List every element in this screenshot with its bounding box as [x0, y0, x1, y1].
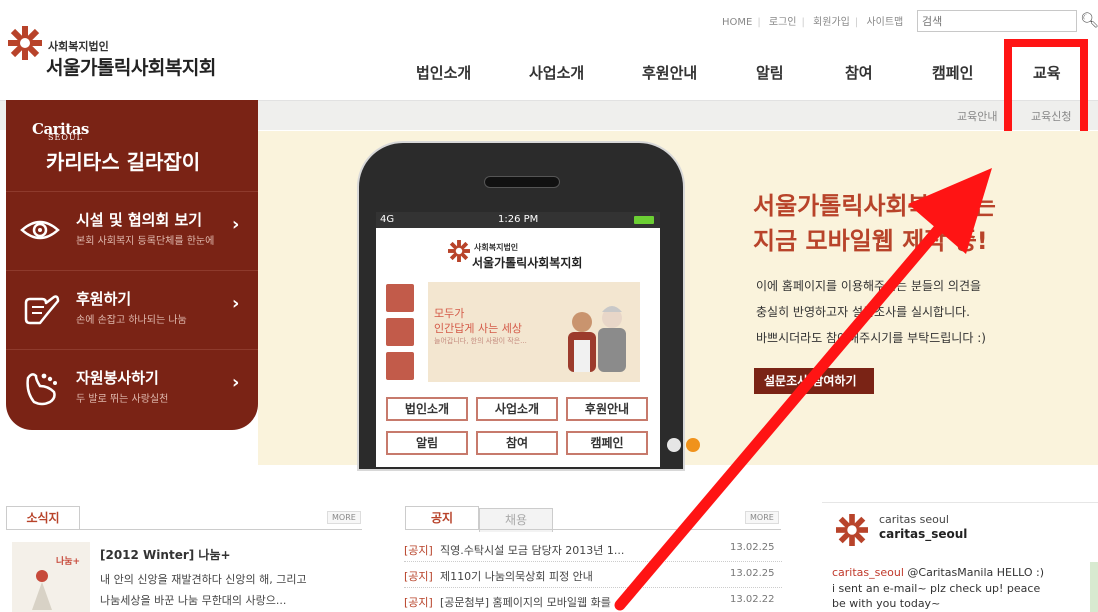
chevron-right-icon: ›	[232, 372, 240, 393]
mobile-btn-support: 후원안내	[566, 397, 648, 421]
newsletter-cover-label: 나눔+	[56, 557, 81, 567]
main-nav: 법인소개 사업소개 후원안내 알림 참여 캠페인 교육	[0, 62, 1098, 86]
guide-item-label: 후원하기	[76, 290, 132, 308]
mobile-btn-about: 법인소개	[386, 397, 468, 421]
guide-brand-small: SEOUL	[48, 133, 83, 142]
guide-title: 카리타스 길라잡이	[46, 150, 201, 174]
notice-row[interactable]: [공지] 직영.수탁시설 모금 담당자 2013년 1... 13.02.25	[404, 538, 782, 562]
caritas-logo-icon[interactable]	[8, 26, 42, 60]
newsletter-body: 내 안의 신앙을 재발견하다 신앙의 해, 그리고 나눔세상을 바꾼 나눔 무한…	[100, 573, 307, 607]
nav-item-notice[interactable]: 알림	[756, 62, 784, 83]
hand-icon	[24, 295, 60, 325]
twitter-handle[interactable]: caritas_seoul	[879, 527, 967, 541]
phone-statusbar: 4G 1:26 PM	[376, 212, 660, 228]
newsletter-thumbnail[interactable]: 나눔+	[12, 542, 90, 612]
status-time: 1:26 PM	[498, 214, 539, 225]
notice-date: 13.02.22	[730, 594, 775, 605]
nav-item-campaign[interactable]: 캠페인	[932, 62, 973, 83]
mobile-logo-name: 서울가톨릭사회복지회	[472, 256, 583, 270]
guide-item-label: 자원봉사하기	[76, 369, 159, 387]
hero-description: 이에 홈페이지를 이용해주시는 분들의 의견을 충실히 반영하고자 설문조사를 …	[756, 279, 986, 345]
notice-divider	[405, 529, 781, 530]
people-illustration	[568, 306, 626, 372]
mobile-btn-business: 사업소개	[476, 397, 558, 421]
nav-item-participate[interactable]: 참여	[845, 62, 873, 83]
newsletter-title[interactable]: [2012 Winter] 나눔+	[100, 546, 231, 563]
tweet-user-link[interactable]: caritas_seoul	[832, 566, 904, 579]
foot-icon	[26, 373, 57, 406]
mobile-logo-subtitle: 사회복지법인	[474, 243, 519, 252]
mobile-btn-participate: 참여	[476, 431, 558, 455]
mobile-banner-title: 모두가 인간답게 사는 세상	[434, 307, 522, 335]
mobile-btn-campaign: 캠페인	[566, 431, 648, 455]
newsletter-more-button[interactable]: MORE	[327, 511, 361, 524]
subnav-item-edu-info[interactable]: 교육안내	[957, 108, 997, 124]
network-indicator: 4G	[380, 214, 395, 225]
mobile-logo-icon	[448, 240, 470, 262]
guide-item-donate[interactable]: 후원하기 손에 손잡고 하나되는 나눔 ›	[6, 270, 258, 348]
notice-row[interactable]: [공지] 제110기 나눔의묵상회 피정 안내 13.02.25	[404, 564, 782, 588]
nav-item-about[interactable]: 법인소개	[416, 62, 471, 83]
newsletter-divider	[6, 529, 362, 530]
chevron-right-icon: ›	[232, 214, 240, 235]
caritas-logo-icon	[836, 514, 868, 546]
notice-category: [공지]	[404, 570, 433, 583]
hand-icon	[386, 284, 414, 312]
util-link-sitemap[interactable]: 사이트맵	[866, 17, 903, 28]
tweet-line: i sent an e-mail~ plz check up! peace	[832, 582, 1041, 595]
util-link-home[interactable]: HOME	[722, 17, 752, 28]
guide-item-facilities[interactable]: 시설 및 협의회 보기 본회 사회복지 등록단체를 한눈에 ›	[6, 191, 258, 269]
notice-more-button[interactable]: MORE	[745, 511, 779, 524]
logo-subtitle: 사회복지법인	[48, 40, 109, 53]
notice-category: [공지]	[404, 596, 433, 609]
hero-title: 서울가톨릭사회복지회는 지금 모바일웹 제작 중!	[753, 192, 996, 255]
slider-dot-1[interactable]	[667, 438, 681, 452]
guide-item-sub: 손에 손잡고 하나되는 나눔	[76, 315, 187, 326]
foot-icon	[386, 352, 414, 380]
utility-links: HOME | 로그인 | 회원가입 | 사이트맵	[722, 17, 904, 28]
phone-speaker	[484, 176, 560, 188]
tweet-line: be with you today~	[832, 597, 941, 610]
twitter-account-name: caritas seoul	[879, 513, 949, 526]
notice-date: 13.02.25	[730, 568, 775, 579]
slider-dot-2-active[interactable]	[686, 438, 700, 452]
caritas-guide-panel: Caritas SEOUL 카리타스 길라잡이 시설 및 협의회 보기 본회 사…	[6, 100, 258, 430]
notice-title[interactable]: 직영.수탁시설 모금 담당자 2013년 1...	[440, 542, 624, 558]
guide-item-sub: 본회 사회복지 등록단체를 한눈에	[76, 236, 215, 247]
guide-item-sub: 두 발로 뛰는 사랑실천	[76, 394, 169, 405]
nav-item-business[interactable]: 사업소개	[529, 62, 584, 83]
util-link-join[interactable]: 회원가입	[813, 17, 850, 28]
tweet-line: caritas_seoul @CaritasManila HELLO :)	[832, 566, 1044, 579]
guide-item-label: 시설 및 협의회 보기	[76, 211, 203, 229]
notice-date: 13.02.25	[730, 542, 775, 553]
notice-title[interactable]: 제110기 나눔의묵상회 피정 안내	[440, 568, 593, 584]
util-link-login[interactable]: 로그인	[769, 17, 797, 28]
survey-button[interactable]: 설문조사 참여하기	[754, 368, 874, 394]
guide-item-volunteer[interactable]: 자원봉사하기 두 발로 뛰는 사랑실천 ›	[6, 349, 258, 427]
notice-title[interactable]: [공문첨부] 홈페이지의 모바일웹 화를 ...	[440, 594, 625, 610]
twitter-scrollbar[interactable]	[1090, 562, 1098, 612]
eye-icon	[386, 318, 414, 346]
phone-screen: 4G 1:26 PM 사회복지법인 서울가톨릭사회복지회 모두가 인간답게 사는…	[376, 212, 660, 467]
search-input[interactable]	[917, 10, 1077, 32]
mobile-btn-notice: 알림	[386, 431, 468, 455]
tab-newsletter[interactable]: 소식지	[6, 506, 80, 530]
chevron-right-icon: ›	[232, 293, 240, 314]
mobile-banner-subtitle: 늘어갑니다, 한의 사람이 작은...	[434, 337, 527, 345]
nav-item-support[interactable]: 후원안내	[642, 62, 697, 83]
eye-icon	[20, 220, 60, 240]
notice-category: [공지]	[404, 544, 433, 557]
battery-icon	[634, 216, 654, 224]
search-icon[interactable]: 🔍︎	[1080, 10, 1098, 32]
notice-row[interactable]: [공지] [공문첨부] 홈페이지의 모바일웹 화를 ... 13.02.22	[404, 590, 782, 612]
newsletter-cover-image	[12, 542, 90, 612]
tab-notice[interactable]: 공지	[405, 506, 479, 530]
